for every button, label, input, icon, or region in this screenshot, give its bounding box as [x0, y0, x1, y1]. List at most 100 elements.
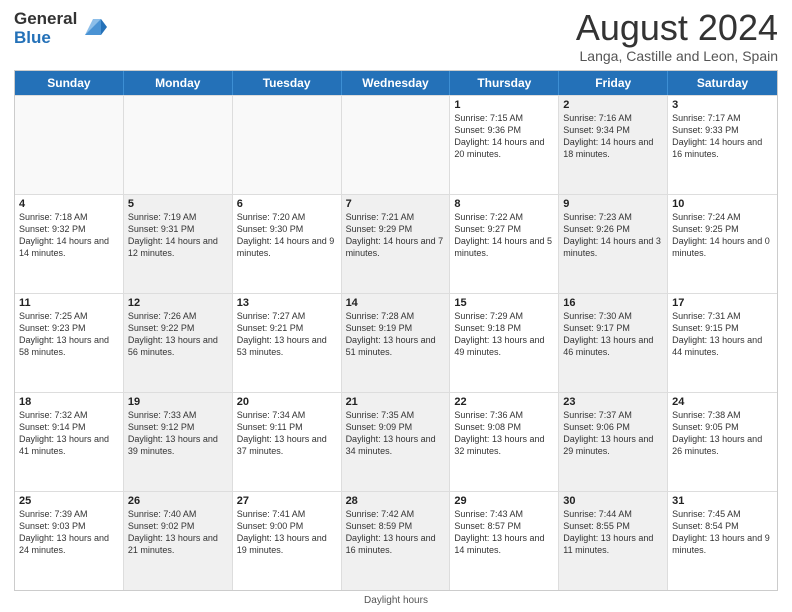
cell-info: Sunrise: 7:36 AM Sunset: 9:08 PM Dayligh… — [454, 410, 544, 456]
cell-info: Sunrise: 7:28 AM Sunset: 9:19 PM Dayligh… — [346, 311, 436, 357]
cell-info: Sunrise: 7:16 AM Sunset: 9:34 PM Dayligh… — [563, 113, 653, 159]
day-header-friday: Friday — [559, 71, 668, 95]
calendar-cell: 30 Sunrise: 7:44 AM Sunset: 8:55 PM Dayli… — [559, 492, 668, 590]
calendar-cell — [124, 96, 233, 194]
calendar-cell: 15 Sunrise: 7:29 AM Sunset: 9:18 PM Dayli… — [450, 294, 559, 392]
day-number: 18 — [19, 396, 119, 408]
day-number: 20 — [237, 396, 337, 408]
cell-info: Sunrise: 7:30 AM Sunset: 9:17 PM Dayligh… — [563, 311, 653, 357]
day-number: 29 — [454, 495, 554, 507]
header: General Blue August 2024 Langa, Castille… — [14, 10, 778, 64]
logo: General Blue — [14, 10, 107, 47]
calendar-week-4: 18 Sunrise: 7:32 AM Sunset: 9:14 PM Dayli… — [15, 392, 777, 491]
day-number: 27 — [237, 495, 337, 507]
cell-info: Sunrise: 7:22 AM Sunset: 9:27 PM Dayligh… — [454, 212, 552, 258]
calendar-cell: 10Sunrise: 7:24 AM Sunset: 9:25 PM Dayli… — [668, 195, 777, 293]
calendar-body: 1Sunrise: 7:15 AM Sunset: 9:36 PM Daylig… — [15, 95, 777, 590]
calendar-cell: 13 Sunrise: 7:27 AM Sunset: 9:21 PM Dayli… — [233, 294, 342, 392]
calendar: SundayMondayTuesdayWednesdayThursdayFrid… — [14, 70, 778, 591]
day-number: 28 — [346, 495, 446, 507]
cell-info: Sunrise: 7:23 AM Sunset: 9:26 PM Dayligh… — [563, 212, 661, 258]
calendar-cell: 9Sunrise: 7:23 AM Sunset: 9:26 PM Daylig… — [559, 195, 668, 293]
day-number: 25 — [19, 495, 119, 507]
cell-info: Sunrise: 7:17 AM Sunset: 9:33 PM Dayligh… — [672, 113, 762, 159]
calendar-cell — [342, 96, 451, 194]
cell-info: Sunrise: 7:41 AM Sunset: 9:00 PM Dayligh… — [237, 509, 327, 555]
calendar-header: SundayMondayTuesdayWednesdayThursdayFrid… — [15, 71, 777, 95]
cell-info: Sunrise: 7:19 AM Sunset: 9:31 PM Dayligh… — [128, 212, 218, 258]
calendar-cell: 14 Sunrise: 7:28 AM Sunset: 9:19 PM Dayli… — [342, 294, 451, 392]
day-number: 6 — [237, 198, 337, 210]
calendar-cell: 16Sunrise: 7:30 AM Sunset: 9:17 PM Dayli… — [559, 294, 668, 392]
cell-info: Sunrise: 7:18 AM Sunset: 9:32 PM Dayligh… — [19, 212, 109, 258]
cell-info: Sunrise: 7:33 AM Sunset: 9:12 PM Dayligh… — [128, 410, 218, 456]
day-number: 22 — [454, 396, 554, 408]
calendar-week-1: 1Sunrise: 7:15 AM Sunset: 9:36 PM Daylig… — [15, 95, 777, 194]
calendar-cell: 7 Sunrise: 7:21 AM Sunset: 9:29 PM Daylig… — [342, 195, 451, 293]
cell-info: Sunrise: 7:42 AM Sunset: 8:59 PM Dayligh… — [346, 509, 436, 555]
cell-info: Sunrise: 7:39 AM Sunset: 9:03 PM Dayligh… — [19, 509, 109, 555]
calendar-cell: 22 Sunrise: 7:36 AM Sunset: 9:08 PM Dayli… — [450, 393, 559, 491]
month-title: August 2024 — [576, 10, 778, 46]
calendar-cell: 23 Sunrise: 7:37 AM Sunset: 9:06 PM Dayli… — [559, 393, 668, 491]
logo-general: General — [14, 10, 77, 29]
calendar-cell: 21 Sunrise: 7:35 AM Sunset: 9:09 PM Dayli… — [342, 393, 451, 491]
day-number: 2 — [563, 99, 663, 111]
cell-info: Sunrise: 7:20 AM Sunset: 9:30 PM Dayligh… — [237, 212, 335, 258]
day-number: 21 — [346, 396, 446, 408]
cell-info: Sunrise: 7:32 AM Sunset: 9:14 PM Dayligh… — [19, 410, 109, 456]
cell-info: Sunrise: 7:25 AM Sunset: 9:23 PM Dayligh… — [19, 311, 109, 357]
calendar-week-3: 11 Sunrise: 7:25 AM Sunset: 9:23 PM Dayli… — [15, 293, 777, 392]
cell-info: Sunrise: 7:35 AM Sunset: 9:09 PM Dayligh… — [346, 410, 436, 456]
day-header-monday: Monday — [124, 71, 233, 95]
day-number: 15 — [454, 297, 554, 309]
day-number: 7 — [346, 198, 446, 210]
cell-info: Sunrise: 7:31 AM Sunset: 9:15 PM Dayligh… — [672, 311, 762, 357]
calendar-cell: 11 Sunrise: 7:25 AM Sunset: 9:23 PM Dayli… — [15, 294, 124, 392]
title-block: August 2024 Langa, Castille and Leon, Sp… — [576, 10, 778, 64]
day-number: 13 — [237, 297, 337, 309]
calendar-cell: 25 Sunrise: 7:39 AM Sunset: 9:03 PM Dayli… — [15, 492, 124, 590]
day-number: 8 — [454, 198, 554, 210]
cell-info: Sunrise: 7:40 AM Sunset: 9:02 PM Dayligh… — [128, 509, 218, 555]
day-number: 23 — [563, 396, 663, 408]
cell-info: Sunrise: 7:37 AM Sunset: 9:06 PM Dayligh… — [563, 410, 653, 456]
day-header-saturday: Saturday — [668, 71, 777, 95]
calendar-cell: 6 Sunrise: 7:20 AM Sunset: 9:30 PM Daylig… — [233, 195, 342, 293]
day-number: 4 — [19, 198, 119, 210]
calendar-cell: 18 Sunrise: 7:32 AM Sunset: 9:14 PM Dayli… — [15, 393, 124, 491]
footer: Daylight hours — [14, 595, 778, 606]
cell-info: Sunrise: 7:44 AM Sunset: 8:55 PM Dayligh… — [563, 509, 653, 555]
day-number: 11 — [19, 297, 119, 309]
calendar-cell: 26Sunrise: 7:40 AM Sunset: 9:02 PM Dayli… — [124, 492, 233, 590]
calendar-cell: 28 Sunrise: 7:42 AM Sunset: 8:59 PM Dayli… — [342, 492, 451, 590]
day-number: 5 — [128, 198, 228, 210]
calendar-week-2: 4 Sunrise: 7:18 AM Sunset: 9:32 PM Daylig… — [15, 194, 777, 293]
cell-info: Sunrise: 7:21 AM Sunset: 9:29 PM Dayligh… — [346, 212, 444, 258]
cell-info: Sunrise: 7:34 AM Sunset: 9:11 PM Dayligh… — [237, 410, 327, 456]
cell-info: Sunrise: 7:27 AM Sunset: 9:21 PM Dayligh… — [237, 311, 327, 357]
day-header-sunday: Sunday — [15, 71, 124, 95]
calendar-cell: 29 Sunrise: 7:43 AM Sunset: 8:57 PM Dayli… — [450, 492, 559, 590]
calendar-cell: 24 Sunrise: 7:38 AM Sunset: 9:05 PM Dayli… — [668, 393, 777, 491]
cell-info: Sunrise: 7:26 AM Sunset: 9:22 PM Dayligh… — [128, 311, 218, 357]
cell-info: Sunrise: 7:38 AM Sunset: 9:05 PM Dayligh… — [672, 410, 762, 456]
calendar-cell — [15, 96, 124, 194]
calendar-cell: 31Sunrise: 7:45 AM Sunset: 8:54 PM Dayli… — [668, 492, 777, 590]
day-header-wednesday: Wednesday — [342, 71, 451, 95]
day-number: 24 — [672, 396, 773, 408]
day-number: 10 — [672, 198, 773, 210]
calendar-cell: 27 Sunrise: 7:41 AM Sunset: 9:00 PM Dayli… — [233, 492, 342, 590]
day-number: 14 — [346, 297, 446, 309]
day-header-thursday: Thursday — [450, 71, 559, 95]
calendar-cell: 1Sunrise: 7:15 AM Sunset: 9:36 PM Daylig… — [450, 96, 559, 194]
calendar-cell: 5 Sunrise: 7:19 AM Sunset: 9:31 PM Daylig… — [124, 195, 233, 293]
day-number: 31 — [672, 495, 773, 507]
day-number: 1 — [454, 99, 554, 111]
page: General Blue August 2024 Langa, Castille… — [0, 0, 792, 612]
day-header-tuesday: Tuesday — [233, 71, 342, 95]
cell-info: Sunrise: 7:29 AM Sunset: 9:18 PM Dayligh… — [454, 311, 544, 357]
calendar-cell: 12Sunrise: 7:26 AM Sunset: 9:22 PM Dayli… — [124, 294, 233, 392]
cell-info: Sunrise: 7:43 AM Sunset: 8:57 PM Dayligh… — [454, 509, 544, 555]
day-number: 30 — [563, 495, 663, 507]
